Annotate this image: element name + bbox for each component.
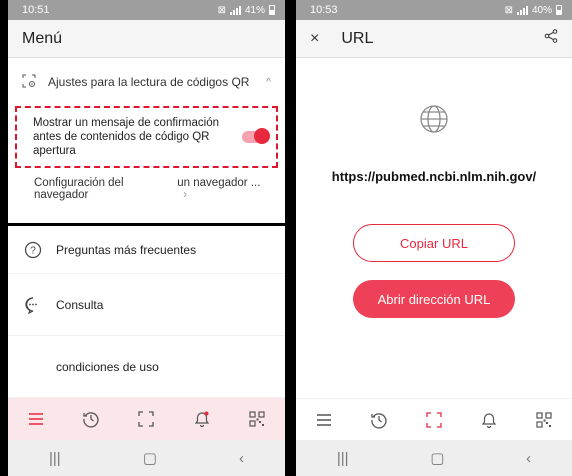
- menu-item-label: Consulta: [56, 297, 104, 312]
- bell-icon[interactable]: [189, 406, 215, 432]
- menu-item-consulta[interactable]: Consulta: [8, 274, 285, 336]
- url-text: https://pubmed.ncbi.nlm.nih.gov/: [331, 169, 537, 184]
- page-title: Menú: [22, 29, 63, 47]
- status-time: 10:51: [22, 4, 50, 16]
- bell-icon[interactable]: [476, 407, 502, 433]
- history-icon[interactable]: [78, 406, 104, 432]
- bottom-nav: [296, 398, 572, 440]
- home-icon[interactable]: ▢: [430, 449, 444, 467]
- battery-percent: 41%: [244, 4, 265, 16]
- menu-item-faq[interactable]: ? Preguntas más frecuentes: [8, 226, 285, 274]
- url-screen: 10:53 ⊠ 40% × URL https://pubmed.ncbi.nl…: [296, 0, 572, 476]
- recents-icon[interactable]: |||: [337, 450, 349, 467]
- app-bar: × URL: [296, 20, 572, 58]
- confirm-setting-label: Mostrar un mensaje de confirmación antes…: [33, 117, 219, 157]
- mute-icon: ⊠: [217, 4, 226, 16]
- page-title: URL: [341, 29, 374, 47]
- url-content: https://pubmed.ncbi.nlm.nih.gov/ Copiar …: [296, 58, 572, 398]
- qr-code-icon[interactable]: [531, 407, 557, 433]
- confirm-before-open-setting: Mostrar un mensaje de confirmación antes…: [15, 106, 278, 168]
- chevron-right-icon: ›: [183, 189, 188, 201]
- signal-icon: [516, 5, 528, 15]
- menu-icon[interactable]: [311, 407, 337, 433]
- back-icon[interactable]: ‹: [239, 450, 244, 467]
- status-bar: 10:51 ⊠ 41%: [8, 0, 285, 20]
- back-icon[interactable]: ‹: [526, 450, 531, 467]
- menu-icon[interactable]: [23, 406, 49, 432]
- svg-text:?: ?: [30, 245, 36, 256]
- app-bar: Menú: [8, 20, 285, 58]
- qr-code-icon[interactable]: [244, 406, 270, 432]
- globe-icon: [417, 102, 451, 141]
- scan-icon[interactable]: [133, 406, 159, 432]
- help-circle-icon: ?: [22, 239, 44, 261]
- recents-icon[interactable]: |||: [49, 450, 61, 467]
- browser-settings-value: un navegador ...: [177, 177, 261, 189]
- system-nav: ||| ▢ ‹: [8, 440, 285, 476]
- battery-icon: [269, 5, 275, 15]
- mute-icon: ⊠: [504, 4, 513, 16]
- bottom-nav: [8, 398, 285, 440]
- signal-icon: [229, 5, 241, 15]
- menu-list: ? Preguntas más frecuentes Consulta cond…: [8, 226, 285, 398]
- system-nav: ||| ▢ ‹: [296, 440, 572, 476]
- battery-percent: 40%: [531, 4, 552, 16]
- battery-icon: [556, 5, 562, 15]
- menu-item-label: condiciones de uso: [56, 359, 159, 374]
- status-bar: 10:53 ⊠ 40%: [296, 0, 572, 20]
- qr-settings-section: Ajustes para la lectura de códigos QR ^ …: [8, 58, 285, 226]
- browser-settings-row[interactable]: Configuración del navegador un navegador…: [8, 168, 285, 210]
- menu-item-terms[interactable]: condiciones de uso: [8, 336, 285, 398]
- confirm-toggle[interactable]: [242, 128, 270, 144]
- share-icon[interactable]: [544, 29, 558, 48]
- qr-settings-label: Ajustes para la lectura de códigos QR: [48, 75, 250, 89]
- history-icon[interactable]: [366, 407, 392, 433]
- home-icon[interactable]: ▢: [143, 449, 157, 467]
- chevron-up-icon[interactable]: ^: [266, 77, 271, 88]
- chat-icon: [22, 294, 44, 316]
- browser-settings-label: Configuración del navegador: [34, 177, 124, 201]
- open-url-button[interactable]: Abrir dirección URL: [353, 280, 515, 318]
- copy-url-button[interactable]: Copiar URL: [353, 224, 515, 262]
- close-icon[interactable]: ×: [310, 30, 319, 48]
- menu-item-label: Preguntas más frecuentes: [56, 242, 197, 257]
- qr-settings-header[interactable]: Ajustes para la lectura de códigos QR ^: [8, 58, 285, 106]
- scan-icon[interactable]: [421, 407, 447, 433]
- status-time: 10:53: [310, 4, 338, 16]
- menu-screen: 10:51 ⊠ 41% Menú Ajustes para la lectura…: [8, 0, 285, 476]
- qr-settings-icon: [22, 74, 40, 91]
